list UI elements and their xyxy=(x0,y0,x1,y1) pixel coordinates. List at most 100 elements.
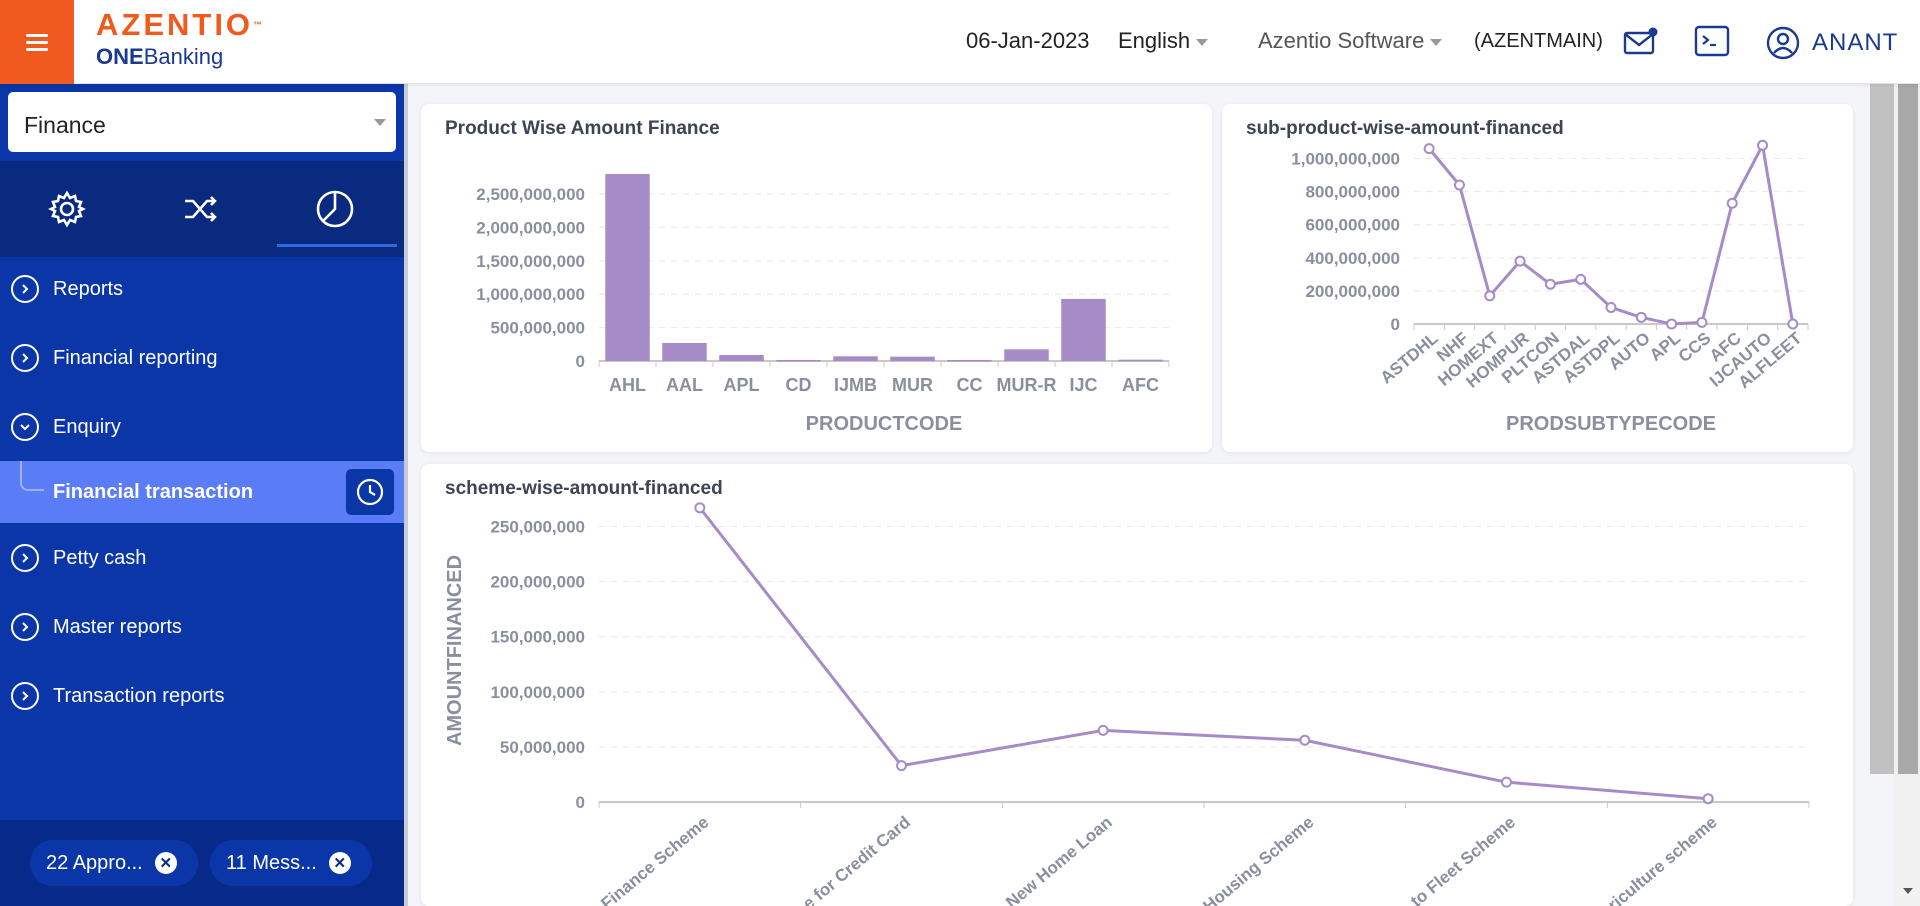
bar-ijc xyxy=(1061,298,1106,361)
messages-chip[interactable]: 11 Mess... ✕ xyxy=(210,840,372,886)
tree-connector xyxy=(20,461,44,491)
x-category-label: MUR-R xyxy=(997,375,1057,395)
page-scrollbar-thumb[interactable] xyxy=(1898,84,1918,774)
company-logo: AZENTIO™ ONEBanking xyxy=(96,8,262,70)
y-tick-label: 200,000,000 xyxy=(1305,282,1400,301)
y-tick-label: 100,000,000 xyxy=(490,683,585,702)
bar-mur-r xyxy=(1004,349,1049,361)
user-name: ANANT xyxy=(1812,29,1899,56)
sidebar-item-enquiry[interactable]: Enquiry xyxy=(0,396,404,458)
data-point xyxy=(1514,255,1526,267)
bar-mur xyxy=(890,356,935,361)
close-icon[interactable]: ✕ xyxy=(154,852,177,874)
sidebar-subitem-financial-transaction[interactable]: Financial transaction xyxy=(0,461,404,523)
product-name: Banking xyxy=(143,44,224,69)
y-axis-title: AMOUNTFINANCED xyxy=(444,555,466,746)
bar-aal xyxy=(662,342,707,361)
data-point xyxy=(1575,273,1587,285)
sidebar-item-master-reports[interactable]: Master reports xyxy=(0,596,404,658)
x-category-label: to Fleet Scheme xyxy=(1407,813,1519,906)
approvals-chip[interactable]: 22 Appro... ✕ xyxy=(30,840,198,886)
y-tick-label: 0 xyxy=(576,352,585,371)
shuffle-icon xyxy=(185,196,217,222)
x-category-label: IJMB xyxy=(834,375,877,395)
bar-ijmb xyxy=(833,356,878,361)
product-name-bold: ONE xyxy=(96,44,144,69)
sidebar-item-financial-reporting[interactable]: Financial reporting xyxy=(0,327,404,389)
y-tick-label: 50,000,000 xyxy=(500,738,585,757)
y-tick-label: 1,000,000,000 xyxy=(1291,150,1400,169)
sidebar-divider xyxy=(404,84,408,906)
data-point xyxy=(1635,311,1647,323)
data-point xyxy=(1696,316,1708,328)
x-category-label: MUR xyxy=(892,375,933,395)
data-point xyxy=(1544,278,1556,290)
bar-cc xyxy=(947,359,992,362)
x-category-label: CD xyxy=(786,375,812,395)
y-tick-label: 250,000,000 xyxy=(490,518,585,537)
x-category-label: ASTDHL xyxy=(1377,329,1442,388)
clock-icon xyxy=(356,478,384,506)
data-point xyxy=(1299,734,1311,746)
x-category-label: CC xyxy=(957,375,983,395)
tab-dashboard[interactable] xyxy=(268,161,402,257)
series-line xyxy=(698,506,1709,801)
sidebar-icon-tabs xyxy=(0,161,404,257)
sidebar-item-reports[interactable]: Reports xyxy=(0,258,404,320)
chevron-right-circle-icon xyxy=(11,544,39,572)
x-category-label: riculture scheme xyxy=(1604,813,1720,906)
x-category-label: AAL xyxy=(666,375,703,395)
y-tick-label: 200,000,000 xyxy=(490,573,585,592)
chevron-down-icon xyxy=(1430,38,1443,46)
x-category-label: CCS xyxy=(1675,329,1715,367)
brand-tm: ™ xyxy=(253,20,263,30)
x-category-label: e for Credit Card xyxy=(799,813,914,906)
x-category-label: Housing Scheme xyxy=(1200,813,1318,906)
language-select[interactable]: English xyxy=(1118,28,1209,54)
data-point xyxy=(1097,724,1109,736)
mail-button[interactable] xyxy=(1622,24,1658,60)
data-point xyxy=(1605,301,1617,313)
y-tick-label: 800,000,000 xyxy=(1305,183,1400,202)
chevron-down-circle-icon xyxy=(11,413,39,441)
x-category-label: APL xyxy=(724,375,760,395)
sidebar-item-petty-cash[interactable]: Petty cash xyxy=(0,527,404,589)
company-select[interactable]: Azentio Software xyxy=(1258,28,1443,54)
sidebar-item-label: Petty cash xyxy=(53,546,147,569)
sidebar-item-transaction-reports[interactable]: Transaction reports xyxy=(0,665,404,727)
top-header: AZENTIO™ ONEBanking 06-Jan-2023 English … xyxy=(0,0,1920,84)
bar-apl xyxy=(719,354,764,361)
data-point xyxy=(694,502,706,514)
scheme-wise-line-chart: 0 50,000,000 100,000,000 150,000,000 200,000… xyxy=(444,502,1810,906)
chip-label: 22 Appro... xyxy=(46,851,143,874)
chevron-right-circle-icon xyxy=(11,275,39,303)
sidebar-item-label: Financial reporting xyxy=(53,346,218,369)
x-category-label: AFC xyxy=(1122,375,1159,395)
x-category-label: IJC xyxy=(1069,375,1097,395)
terminal-button[interactable] xyxy=(1694,24,1730,60)
menu-toggle-button[interactable] xyxy=(0,0,74,84)
data-point xyxy=(1787,318,1799,330)
tab-shuffle[interactable] xyxy=(134,161,268,257)
language-value: English xyxy=(1118,28,1191,53)
hamburger-icon xyxy=(26,33,48,51)
data-point xyxy=(1757,139,1769,151)
scheme-wise-chart-card: scheme-wise-amount-financed 0 50,000,000 1… xyxy=(421,464,1853,906)
company-value: Azentio Software xyxy=(1258,28,1425,53)
x-axis-title: PRODSUBTYPECODE xyxy=(1506,413,1716,435)
history-button[interactable] xyxy=(346,469,394,515)
tab-settings[interactable] xyxy=(0,161,134,257)
mail-icon xyxy=(1623,27,1658,55)
sidebar-item-label: Financial transaction xyxy=(53,480,254,503)
chip-label: 11 Mess... xyxy=(226,851,317,874)
chevron-right-circle-icon xyxy=(11,613,39,641)
module-select[interactable]: Finance xyxy=(8,92,396,152)
chevron-down-icon xyxy=(374,119,386,126)
content-scrollbar[interactable] xyxy=(1870,84,1894,774)
scroll-down-icon[interactable] xyxy=(1903,888,1913,894)
close-icon[interactable]: ✕ xyxy=(328,852,351,874)
user-menu[interactable]: ANANT xyxy=(1766,26,1898,60)
y-tick-label: 400,000,000 xyxy=(1305,249,1400,268)
business-date: 06-Jan-2023 xyxy=(966,28,1090,53)
data-point xyxy=(1484,290,1496,302)
